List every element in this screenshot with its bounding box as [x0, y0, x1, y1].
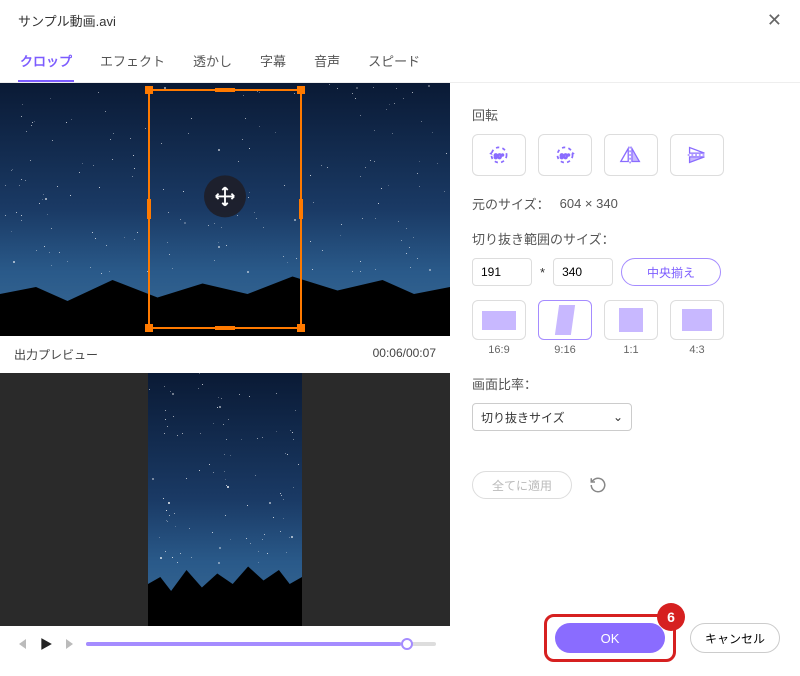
tab-crop[interactable]: クロップ	[18, 45, 74, 82]
rotate-ccw-button[interactable]: 90°	[472, 134, 526, 176]
crop-handle-tr[interactable]	[297, 86, 305, 94]
slider-thumb[interactable]	[401, 638, 413, 650]
move-icon[interactable]	[204, 175, 246, 217]
aspect-label: 4:3	[670, 344, 724, 356]
cancel-button[interactable]: キャンセル	[690, 623, 780, 653]
aspect-label: 16:9	[472, 344, 526, 356]
time-display: 00:06/00:07	[373, 346, 436, 363]
crop-handle-b[interactable]	[215, 326, 235, 330]
dim-sep: *	[540, 265, 545, 280]
step-badge: 6	[657, 603, 685, 631]
crop-handle-br[interactable]	[297, 324, 305, 332]
aspect-label: 1:1	[604, 344, 658, 356]
slider-fill	[86, 642, 401, 646]
rotate-label: 回転	[472, 105, 778, 124]
close-icon[interactable]: ✕	[767, 10, 782, 31]
crop-handle-l[interactable]	[147, 199, 151, 219]
tab-audio[interactable]: 音声	[312, 45, 342, 82]
orig-size-label: 元のサイズ：	[472, 194, 550, 213]
crop-size-label: 切り抜き範囲のサイズ：	[472, 229, 778, 248]
rotate-cw-button[interactable]: 90°	[538, 134, 592, 176]
orig-size-value: 604 × 340	[560, 196, 618, 211]
crop-height-input[interactable]	[553, 258, 613, 286]
tab-watermark[interactable]: 透かし	[191, 45, 234, 82]
ok-highlight: OK 6	[544, 614, 676, 662]
dialog-title: サンプル動画.avi	[18, 11, 116, 30]
aspect-16-9[interactable]: 16:9	[472, 300, 526, 356]
crop-handle-t[interactable]	[215, 88, 235, 92]
ratio-select[interactable]: 切り抜きサイズ ⌄	[472, 403, 632, 431]
aspect-1-1[interactable]: 1:1	[604, 300, 658, 356]
output-preview-label: 出力プレビュー	[14, 346, 98, 363]
crop-width-input[interactable]	[472, 258, 532, 286]
crop-frame[interactable]	[148, 89, 302, 329]
play-icon[interactable]	[38, 636, 54, 652]
output-preview	[0, 373, 450, 626]
ratio-label: 画面比率：	[472, 374, 778, 393]
flip-vertical-button[interactable]	[670, 134, 724, 176]
svg-text:90°: 90°	[494, 152, 504, 160]
chevron-down-icon: ⌄	[613, 410, 623, 424]
crop-handle-bl[interactable]	[145, 324, 153, 332]
aspect-4-3[interactable]: 4:3	[670, 300, 724, 356]
timeline-slider[interactable]	[86, 642, 436, 646]
tab-subtitle[interactable]: 字幕	[258, 45, 288, 82]
ratio-select-value: 切り抜きサイズ	[481, 409, 565, 426]
prev-frame-icon[interactable]	[14, 636, 30, 652]
crop-preview[interactable]	[0, 83, 450, 336]
apply-all-button[interactable]: 全てに適用	[472, 471, 572, 499]
svg-text:90°: 90°	[560, 152, 570, 160]
ok-button[interactable]: OK	[555, 623, 665, 653]
next-frame-icon[interactable]	[62, 636, 78, 652]
aspect-label: 9:16	[538, 344, 592, 356]
crop-handle-r[interactable]	[299, 199, 303, 219]
crop-handle-tl[interactable]	[145, 86, 153, 94]
tab-effect[interactable]: エフェクト	[98, 45, 167, 82]
reset-icon[interactable]	[586, 473, 610, 497]
center-align-button[interactable]: 中央揃え	[621, 258, 721, 286]
flip-horizontal-button[interactable]	[604, 134, 658, 176]
tab-bar: クロップ エフェクト 透かし 字幕 音声 スピード	[0, 37, 800, 83]
aspect-9-16[interactable]: 9:16	[538, 300, 592, 356]
tab-speed[interactable]: スピード	[366, 45, 422, 82]
